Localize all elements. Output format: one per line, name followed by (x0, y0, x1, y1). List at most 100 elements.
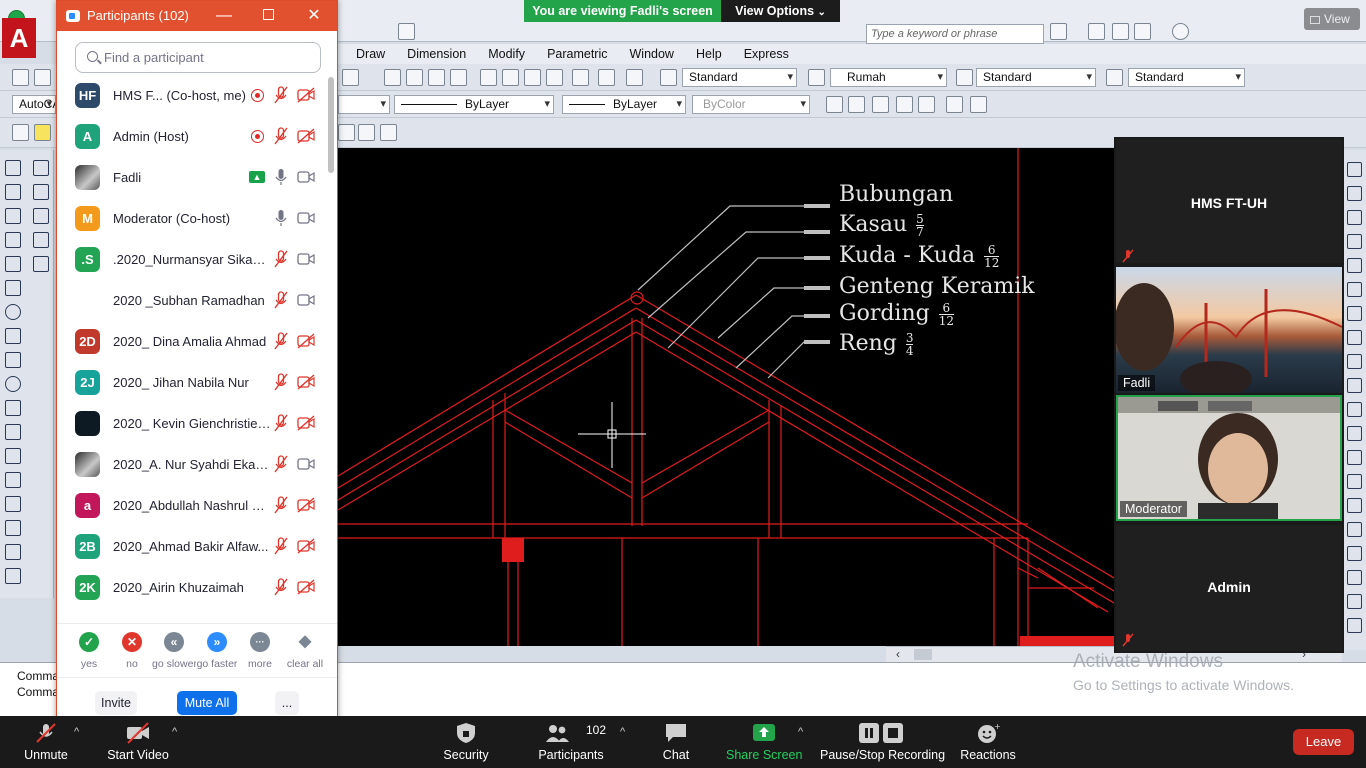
region-icon[interactable] (5, 520, 21, 536)
participants-button[interactable]: 102 Participants (532, 716, 610, 768)
modify-offset-icon[interactable] (33, 208, 49, 224)
help-icon[interactable] (626, 69, 643, 86)
muted-mic-icon[interactable] (274, 127, 288, 145)
reactions-button[interactable]: + Reactions (958, 716, 1018, 768)
muted-mic-icon[interactable] (274, 537, 288, 555)
video-tile-moderator[interactable]: Moderator (1116, 395, 1342, 521)
more-options-button[interactable]: ... (275, 691, 299, 715)
arc-icon[interactable] (5, 280, 21, 296)
layer-previous-icon[interactable] (338, 124, 355, 141)
modify-move-icon[interactable] (33, 256, 49, 272)
modify-copy-icon[interactable] (33, 160, 49, 176)
muted-mic-icon[interactable] (274, 332, 288, 350)
menu-dimension[interactable]: Dimension (407, 44, 466, 64)
share-options-caret[interactable]: ^ (798, 726, 803, 738)
layer-isolate-icon[interactable] (380, 124, 397, 141)
close-icon[interactable]: ✕ (291, 1, 337, 31)
pan-hand-icon[interactable] (384, 69, 401, 86)
participant-row[interactable]: 2020 _Subhan Ramadhan (57, 280, 325, 321)
feedback-go-slower-button[interactable]: « go slower (152, 629, 196, 673)
multileader-style-dropdown[interactable]: Standard (1128, 68, 1245, 87)
construction-line-icon[interactable] (5, 184, 21, 200)
box-settings-icon[interactable] (970, 96, 987, 113)
join-icon[interactable] (1347, 450, 1362, 465)
pause-stop-recording-button[interactable]: Pause/Stop Recording (820, 716, 945, 768)
mirror-icon[interactable] (1347, 210, 1362, 225)
drawing-canvas[interactable]: Bubungan Kasau 5 7 Kuda - Kuda 6 12 Gent… (338, 148, 1114, 646)
participant-row[interactable]: 2J 2020_ Jihan Nabila Nur (57, 362, 325, 403)
star-icon[interactable] (1134, 23, 1151, 40)
menu-draw[interactable]: Draw (356, 44, 385, 64)
point-icon[interactable] (5, 472, 21, 488)
mute-all-button[interactable]: Mute All (177, 691, 237, 715)
mic-icon[interactable] (274, 168, 288, 186)
design-center-icon[interactable] (502, 69, 519, 86)
menu-parametric[interactable]: Parametric (547, 44, 607, 64)
participant-row[interactable]: Fadli ▲ (57, 157, 325, 198)
participant-list-scrollbar[interactable] (327, 75, 335, 605)
copy-icon[interactable] (1347, 186, 1362, 201)
multileader-style-icon[interactable] (1106, 69, 1123, 86)
muted-mic-icon[interactable] (274, 455, 288, 473)
break-icon[interactable] (1347, 426, 1362, 441)
chat-button[interactable]: Chat (650, 716, 702, 768)
dim-style-dropdown[interactable]: Rumah (830, 68, 947, 87)
light-bulb-icon[interactable] (34, 124, 51, 141)
muted-mic-icon[interactable] (274, 373, 288, 391)
zoom-window-icon[interactable] (428, 69, 445, 86)
mic-icon[interactable] (274, 209, 288, 227)
circle-icon[interactable] (5, 304, 21, 320)
chamfer-icon[interactable] (1347, 474, 1362, 489)
properties-icon[interactable] (480, 69, 497, 86)
layer-properties-icon[interactable] (12, 124, 29, 141)
polyline-icon[interactable] (5, 208, 21, 224)
scroll-left-icon[interactable]: ‹ (896, 647, 900, 661)
view-layout-button[interactable]: View (1304, 8, 1360, 30)
sphere-add-icon[interactable] (872, 96, 889, 113)
muted-mic-icon[interactable] (274, 578, 288, 596)
table-style-dropdown[interactable]: Standard (976, 68, 1096, 87)
dim-radius-icon[interactable] (1347, 618, 1362, 633)
offset-icon[interactable] (1347, 234, 1362, 249)
tool-palettes-icon[interactable] (524, 69, 541, 86)
undo-icon[interactable] (342, 69, 359, 86)
participant-row[interactable]: A Admin (Host) (57, 116, 325, 157)
plot-style-dropdown[interactable]: ByColor (692, 95, 810, 114)
unmute-button[interactable]: Unmute (14, 716, 78, 768)
explode-icon[interactable] (1347, 522, 1362, 537)
sphere-cut-icon[interactable] (918, 96, 935, 113)
view-icon[interactable] (826, 96, 843, 113)
key-icon[interactable] (1088, 23, 1105, 40)
revision-cloud-icon[interactable] (5, 328, 21, 344)
workspace-dropdown[interactable]: AutoCA (12, 95, 56, 114)
leave-meeting-button[interactable]: Leave (1293, 729, 1354, 755)
feedback-yes-button[interactable]: ✓ yes (67, 629, 111, 673)
make-block-icon[interactable] (5, 448, 21, 464)
participants-options-caret[interactable]: ^ (620, 726, 625, 738)
quickcalc-icon[interactable] (598, 69, 615, 86)
video-tile-hms[interactable]: HMS FT-UH (1116, 139, 1342, 263)
autocad-logo[interactable]: A (2, 18, 36, 58)
participant-row[interactable]: 2020_A. Nur Syahdi Eka S... (57, 444, 325, 485)
erase-icon[interactable] (1347, 162, 1362, 177)
table-icon[interactable] (5, 544, 21, 560)
participant-row[interactable]: 2D 2020_ Dina Amalia Ahmad (57, 321, 325, 362)
ellipse-icon[interactable] (5, 376, 21, 392)
rotate-icon[interactable] (1347, 306, 1362, 321)
muted-mic-icon[interactable] (274, 414, 288, 432)
start-video-button[interactable]: Start Video (100, 716, 176, 768)
hatch-icon[interactable] (5, 496, 21, 512)
feedback-no-button[interactable]: ✕ no (110, 629, 154, 673)
scroll-thumb[interactable] (914, 649, 932, 660)
move-icon[interactable] (1347, 282, 1362, 297)
maximize-icon[interactable] (245, 1, 291, 31)
view-options-button[interactable]: View Options ⌄ (721, 0, 840, 22)
video-tile-admin[interactable]: Admin (1116, 525, 1342, 651)
help-icon[interactable] (1172, 23, 1189, 40)
print-icon[interactable] (398, 23, 415, 40)
spline-icon[interactable] (5, 352, 21, 368)
share-screen-button[interactable]: Share Screen (726, 716, 802, 768)
dim-angular-icon[interactable] (1347, 594, 1362, 609)
stretch-icon[interactable] (1347, 354, 1362, 369)
sphere-remove-icon[interactable] (896, 96, 913, 113)
